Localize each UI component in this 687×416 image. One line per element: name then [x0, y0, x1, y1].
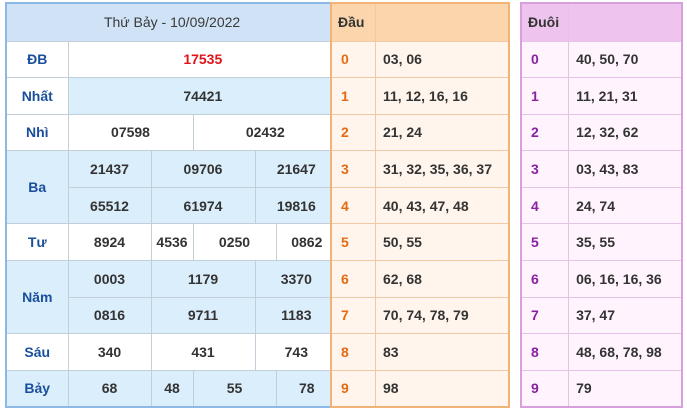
duoi-value: 11, 21, 31	[568, 77, 683, 115]
duoi-key: 6	[520, 260, 570, 298]
prize-label-tu: Tư	[5, 223, 69, 262]
prize-value-tu: 4536	[150, 223, 194, 262]
dau-key: 2	[330, 113, 376, 152]
prize-label-nhat: Nhất	[5, 77, 69, 115]
dau-header: Đầu	[330, 2, 376, 42]
prize-value-nam: 3370	[254, 260, 339, 298]
prize-label-sau: Sáu	[5, 333, 69, 371]
prize-value-bay: 48	[150, 369, 194, 408]
dau-value: 62, 68	[375, 260, 510, 298]
prize-label-nhi: Nhì	[5, 113, 69, 152]
dau-key: 5	[330, 223, 376, 262]
duoi-value: 12, 32, 62	[568, 113, 683, 152]
duoi-key: 2	[520, 113, 570, 152]
dau-value: 31, 32, 35, 36, 37	[375, 150, 510, 188]
dau-key: 6	[330, 260, 376, 298]
prize-value-sau: 431	[150, 333, 256, 371]
prize-label-nam: Năm	[5, 260, 69, 335]
dau-value: 50, 55	[375, 223, 510, 262]
duoi-header: Đuôi	[520, 2, 570, 42]
duoi-key: 9	[520, 369, 570, 408]
dau-value: 98	[375, 369, 510, 408]
prize-value-ba: 19816	[254, 186, 339, 225]
prize-value-ba: 61974	[150, 186, 256, 225]
prize-value-bay: 68	[67, 369, 152, 408]
duoi-header-blank	[568, 2, 683, 42]
prize-value-ba: 09706	[150, 150, 256, 188]
prize-value-nam: 1179	[150, 260, 256, 298]
prize-value-ba: 21647	[254, 150, 339, 188]
prize-label-ba: Ba	[5, 150, 69, 225]
prize-value-nhi: 07598	[67, 113, 194, 152]
prize-value-bay: 55	[192, 369, 277, 408]
prize-label-bay: Bảy	[5, 369, 69, 408]
prize-value-tu: 8924	[67, 223, 152, 262]
prize-value-tu: 0250	[192, 223, 277, 262]
prize-value-nam: 0816	[67, 296, 152, 335]
prize-value-db: 17535	[67, 40, 339, 79]
prize-value-bay: 78	[275, 369, 339, 408]
prize-value-sau: 340	[67, 333, 152, 371]
dau-value: 83	[375, 333, 510, 371]
duoi-value: 35, 55	[568, 223, 683, 262]
duoi-value: 40, 50, 70	[568, 40, 683, 79]
dau-key: 8	[330, 333, 376, 371]
duoi-value: 06, 16, 16, 36	[568, 260, 683, 298]
duoi-value: 37, 47	[568, 296, 683, 335]
duoi-key: 7	[520, 296, 570, 335]
duoi-value: 48, 68, 78, 98	[568, 333, 683, 371]
dau-key: 7	[330, 296, 376, 335]
prize-value-ba: 21437	[67, 150, 152, 188]
duoi-value: 03, 43, 83	[568, 150, 683, 188]
results-title: Thứ Bảy - 10/09/2022	[5, 2, 339, 42]
duoi-key: 4	[520, 186, 570, 225]
prize-label-db: ĐB	[5, 40, 69, 79]
duoi-key: 0	[520, 40, 570, 79]
prize-value-sau: 743	[254, 333, 339, 371]
duoi-table: Đuôi 0 40, 50, 70 1 11, 21, 31 2 12, 32, 62…	[520, 2, 683, 408]
prize-value-nam: 0003	[67, 260, 152, 298]
dau-key: 1	[330, 77, 376, 115]
duoi-value: 79	[568, 369, 683, 408]
dau-value: 21, 24	[375, 113, 510, 152]
duoi-key: 5	[520, 223, 570, 262]
dau-key: 0	[330, 40, 376, 79]
prize-value-nam: 9711	[150, 296, 256, 335]
dau-value: 11, 12, 16, 16	[375, 77, 510, 115]
duoi-key: 3	[520, 150, 570, 188]
prize-value-ba: 65512	[67, 186, 152, 225]
dau-value: 03, 06	[375, 40, 510, 79]
duoi-key: 8	[520, 333, 570, 371]
dau-header-blank	[375, 2, 510, 42]
prize-value-nhat: 74421	[67, 77, 339, 115]
dau-key: 3	[330, 150, 376, 188]
prize-value-tu: 0862	[275, 223, 339, 262]
prize-value-nam: 1183	[254, 296, 339, 335]
dau-key: 4	[330, 186, 376, 225]
prize-value-nhi: 02432	[192, 113, 339, 152]
dau-key: 9	[330, 369, 376, 408]
dau-value: 70, 74, 78, 79	[375, 296, 510, 335]
duoi-value: 24, 74	[568, 186, 683, 225]
lottery-results-table: Thứ Bảy - 10/09/2022 ĐB 17535 Nhất 74421…	[5, 2, 340, 408]
dau-value: 40, 43, 47, 48	[375, 186, 510, 225]
dau-table: Đầu 0 03, 06 1 11, 12, 16, 16 2 21, 24 3 31,…	[330, 2, 510, 408]
duoi-key: 1	[520, 77, 570, 115]
